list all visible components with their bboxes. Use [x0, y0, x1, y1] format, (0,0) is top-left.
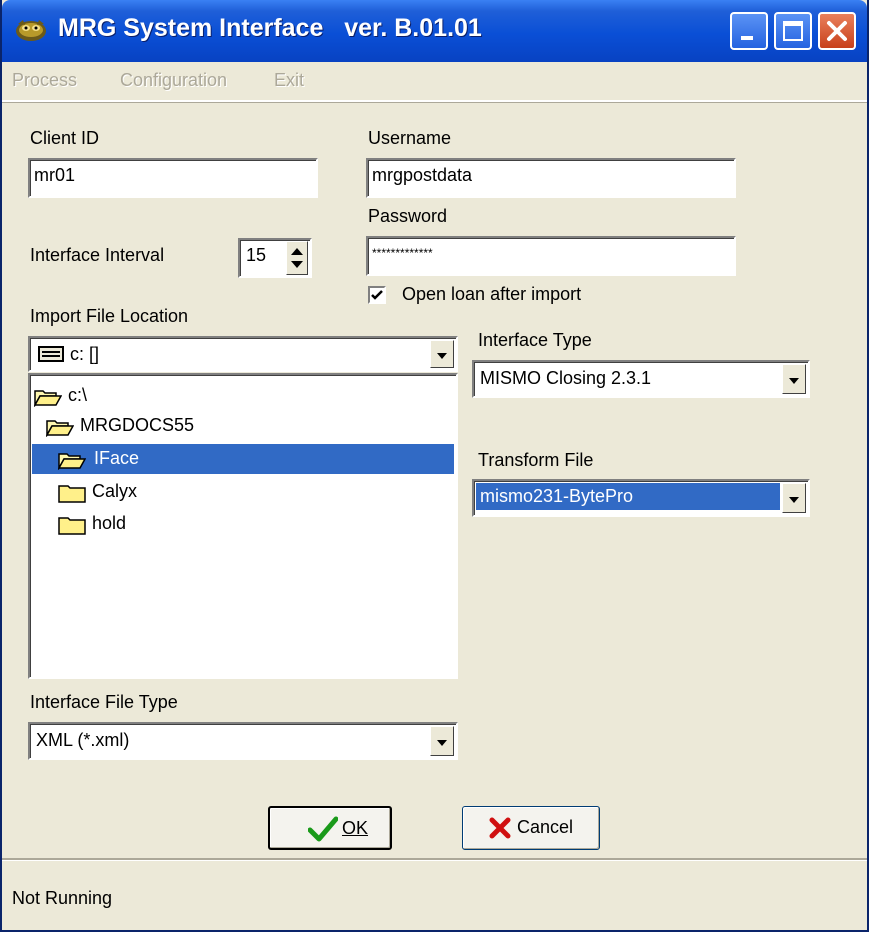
- dir-item-mrgdocs55[interactable]: MRGDOCS55: [46, 411, 266, 441]
- minimize-icon: [741, 36, 753, 40]
- interval-spinner[interactable]: [286, 241, 308, 275]
- interface-interval-label: Interface Interval: [30, 245, 165, 265]
- menu-bar: Process Configuration Exit: [2, 62, 867, 102]
- close-icon: [827, 21, 847, 41]
- app-logo-icon: [16, 20, 46, 41]
- interface-file-type-label: Interface File Type: [30, 692, 178, 712]
- ok-label: OK: [342, 818, 369, 838]
- transform-file-dropdown-button[interactable]: [782, 483, 806, 513]
- password-label: Password: [368, 206, 448, 226]
- dir-name-mrgdocs55: MRGDOCS55: [80, 415, 195, 435]
- checkmark-icon: [308, 816, 338, 842]
- open-loan-checkbox[interactable]: [368, 286, 386, 304]
- close-x-icon: [489, 817, 511, 839]
- title-bar[interactable]: MRG System Interface ver. B.01.01: [2, 0, 867, 62]
- username-label: Username: [368, 128, 452, 148]
- username-field[interactable]: mrgpostdata: [366, 158, 736, 198]
- folder-open-icon: [58, 453, 86, 470]
- close-button[interactable]: [818, 12, 856, 50]
- open-loan-label[interactable]: Open loan after import: [402, 284, 581, 305]
- dir-name-iface: IFace: [94, 448, 140, 468]
- folder-closed-icon: [58, 485, 86, 503]
- client-id-label: Client ID: [30, 128, 100, 148]
- directory-list[interactable]: c:\ MRGDOCS55 IFace Calyx hold: [28, 373, 458, 679]
- status-bar: Not Running: [2, 858, 867, 932]
- drive-value: c: []: [70, 344, 100, 364]
- transform-file-select[interactable]: mismo231-BytePro: [472, 479, 810, 517]
- folder-open-icon: [46, 420, 74, 437]
- ok-button[interactable]: OK: [268, 806, 392, 850]
- interface-type-value: MISMO Closing 2.3.1: [480, 368, 652, 388]
- main-window: MRG System Interface ver. B.01.01 Proces…: [0, 0, 869, 932]
- cancel-label: Cancel: [517, 817, 574, 837]
- client-id-field[interactable]: mr01: [28, 158, 318, 198]
- dir-item-root[interactable]: c:\: [34, 381, 234, 411]
- transform-file-label: Transform File: [478, 450, 594, 470]
- chevron-down-icon: [437, 353, 447, 359]
- dir-item-calyx[interactable]: Calyx: [58, 477, 258, 507]
- interface-type-label: Interface Type: [478, 330, 592, 350]
- dir-name-calyx: Calyx: [92, 481, 138, 501]
- chevron-down-icon: [789, 497, 799, 503]
- dir-item-hold[interactable]: hold: [58, 509, 258, 539]
- chevron-down-icon: [789, 378, 799, 384]
- dir-name-hold: hold: [92, 513, 127, 533]
- interface-type-select[interactable]: MISMO Closing 2.3.1: [472, 360, 810, 398]
- interface-file-type-select[interactable]: XML (*.xml): [28, 722, 458, 760]
- file-type-dropdown-button[interactable]: [430, 726, 454, 756]
- dir-item-iface[interactable]: IFace: [32, 444, 454, 474]
- interface-file-type-value: XML (*.xml): [36, 730, 130, 750]
- drive-select[interactable]: c: []: [28, 336, 458, 372]
- maximize-button[interactable]: [774, 12, 812, 50]
- folder-closed-icon: [58, 517, 86, 535]
- cancel-button[interactable]: Cancel: [462, 806, 600, 850]
- menu-process[interactable]: Process: [12, 70, 77, 91]
- window-title: MRG System Interface ver. B.01.01: [58, 14, 482, 42]
- drive-dropdown-button[interactable]: [430, 340, 454, 368]
- minimize-button[interactable]: [730, 12, 768, 50]
- transform-file-value: mismo231-BytePro: [475, 482, 781, 511]
- spinner-arrows-icon: [291, 248, 303, 268]
- menu-configuration[interactable]: Configuration: [120, 70, 227, 91]
- import-location-label: Import File Location: [30, 306, 189, 326]
- password-field[interactable]: *************: [366, 236, 736, 276]
- status-text: Not Running: [12, 888, 113, 908]
- dir-name-root: c:\: [68, 385, 88, 405]
- chevron-down-icon: [437, 740, 447, 746]
- checkmark-icon: [371, 290, 383, 300]
- menu-exit[interactable]: Exit: [274, 70, 304, 91]
- folder-open-icon: [34, 390, 62, 407]
- maximize-icon: [783, 21, 803, 41]
- drive-icon: [38, 346, 64, 362]
- interface-type-dropdown-button[interactable]: [782, 364, 806, 394]
